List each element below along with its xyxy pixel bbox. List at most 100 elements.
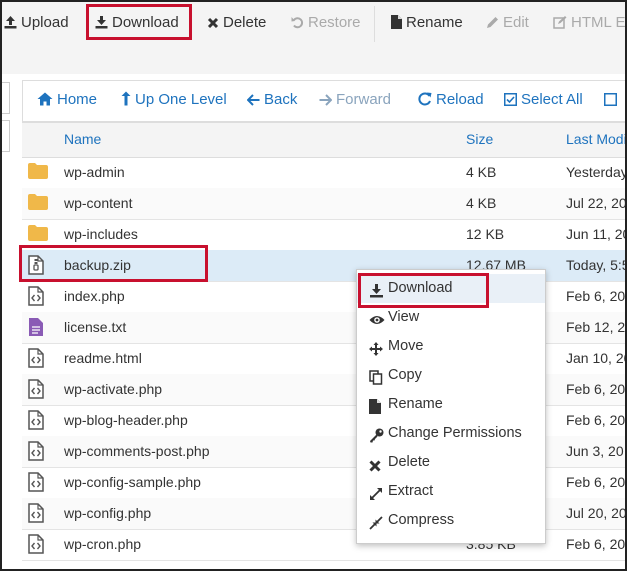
backup-zip-highlight — [19, 245, 208, 282]
upload-icon — [4, 16, 17, 29]
context-menu: Download View Move Copy Rename Change Permiss… — [356, 269, 546, 544]
file-last-modified: Jul 22, 20 — [566, 195, 627, 211]
file-last-modified: Feb 6, 20 — [566, 474, 626, 490]
delete-button[interactable]: Delete — [207, 12, 266, 34]
close-icon — [369, 454, 385, 472]
text-file-icon — [28, 317, 48, 337]
navigation-bar: Home Up One Level Back Forward Reload Se… — [22, 80, 625, 122]
folder-icon — [28, 224, 48, 244]
context-menu-item-compress[interactable]: Compress — [357, 506, 545, 535]
arrow-right-icon — [319, 94, 333, 106]
file-manager-window: Upload Download Delete Restore Rename Ed… — [0, 0, 627, 571]
left-pane-field[interactable] — [2, 82, 10, 114]
upload-label: Upload — [21, 14, 69, 31]
file-name: wp-config.php — [64, 505, 152, 521]
context-menu-item-change-permissions[interactable]: Change Permissions — [357, 419, 545, 448]
file-name: wp-config-sample.php — [64, 474, 201, 490]
delete-label: Delete — [223, 14, 267, 31]
context-download-highlight — [358, 273, 489, 308]
expand-icon — [369, 483, 385, 500]
file-name: wp-cron.php — [64, 536, 142, 552]
move-icon — [369, 338, 385, 356]
code-file-icon — [28, 348, 48, 368]
select-all-button[interactable]: Select All — [504, 90, 583, 110]
html-editor-label: HTML Ed — [571, 14, 626, 31]
context-menu-label: Compress — [388, 512, 455, 528]
restore-button[interactable]: Restore — [291, 12, 361, 34]
context-menu-label: Extract — [388, 483, 434, 499]
context-menu-label: Delete — [388, 454, 430, 470]
column-header-name[interactable]: Name — [64, 131, 101, 147]
file-last-modified: Jun 11, 20 — [566, 226, 627, 242]
context-menu-item-extract[interactable]: Extract — [357, 477, 545, 506]
square-icon — [604, 93, 617, 106]
toolbar-divider — [374, 6, 375, 42]
column-header-last-modified[interactable]: Last Modi — [566, 131, 625, 147]
context-menu-item-delete[interactable]: Delete — [357, 448, 545, 477]
code-file-icon — [28, 410, 48, 430]
file-name: license.txt — [64, 319, 127, 335]
context-menu-item-rename[interactable]: Rename — [357, 390, 545, 419]
folder-icon — [28, 193, 48, 213]
file-last-modified: Feb 6, 20 — [566, 412, 626, 428]
table-row[interactable]: wp-admin 4 KB Yesterday — [22, 157, 627, 189]
file-name: readme.html — [64, 350, 142, 366]
file-last-modified: Jun 3, 20 — [566, 443, 624, 459]
up-one-level-label: Up One Level — [135, 91, 227, 108]
file-name: wp-admin — [64, 164, 125, 180]
file-size: 4 KB — [466, 164, 497, 180]
file-name: wp-activate.php — [64, 381, 163, 397]
download-highlight — [86, 4, 192, 40]
file-name: wp-blog-header.php — [64, 412, 188, 428]
file-last-modified: Feb 6, 20 — [566, 288, 626, 304]
file-name: index.php — [64, 288, 125, 304]
copy-icon — [369, 367, 385, 385]
file-name: wp-content — [64, 195, 133, 211]
code-file-icon — [28, 534, 48, 554]
reload-button[interactable]: Reload — [418, 90, 484, 110]
folder-icon — [28, 162, 48, 182]
check-square-icon — [504, 93, 517, 106]
home-label: Home — [57, 91, 98, 108]
select-all-label: Select All — [521, 91, 583, 108]
eye-icon — [369, 309, 385, 325]
reload-icon — [418, 92, 432, 106]
reload-label: Reload — [436, 91, 484, 108]
code-file-icon — [28, 503, 48, 523]
code-file-icon — [28, 379, 48, 399]
file-name: wp-comments-post.php — [64, 443, 210, 459]
table-row[interactable]: wp-content 4 KB Jul 22, 20 — [22, 188, 627, 220]
table-header: Name Size Last Modi — [22, 122, 625, 158]
key-icon — [369, 425, 385, 443]
forward-button[interactable]: Forward — [319, 90, 391, 110]
unselect-all-button[interactable] — [604, 90, 621, 110]
column-header-size[interactable]: Size — [466, 131, 493, 147]
file-icon — [369, 396, 385, 414]
code-file-icon — [28, 441, 48, 461]
up-one-level-button[interactable]: Up One Level — [121, 90, 227, 110]
rename-button[interactable]: Rename — [391, 12, 463, 34]
file-icon — [391, 15, 402, 29]
rename-label: Rename — [406, 14, 463, 31]
left-pane-field[interactable] — [2, 120, 10, 152]
upload-button[interactable]: Upload — [4, 12, 69, 34]
edit-square-icon — [553, 16, 567, 29]
html-editor-button[interactable]: HTML Ed — [553, 12, 626, 34]
home-button[interactable]: Home — [37, 90, 97, 110]
context-menu-item-move[interactable]: Move — [357, 332, 545, 361]
context-menu-item-copy[interactable]: Copy — [357, 361, 545, 390]
level-up-icon — [121, 91, 131, 106]
arrow-left-icon — [246, 94, 260, 106]
code-file-icon — [28, 286, 48, 306]
context-menu-label: Copy — [388, 367, 422, 383]
compress-icon — [369, 512, 385, 530]
file-last-modified: Yesterday — [566, 164, 627, 180]
edit-button[interactable]: Edit — [486, 12, 529, 34]
back-button[interactable]: Back — [246, 90, 298, 110]
file-last-modified: Feb 6, 20 — [566, 381, 626, 397]
forward-label: Forward — [336, 91, 392, 108]
file-size: 4 KB — [466, 195, 497, 211]
file-last-modified: Jan 10, 20 — [566, 350, 627, 366]
back-label: Back — [264, 91, 298, 108]
context-menu-label: Move — [388, 338, 424, 354]
